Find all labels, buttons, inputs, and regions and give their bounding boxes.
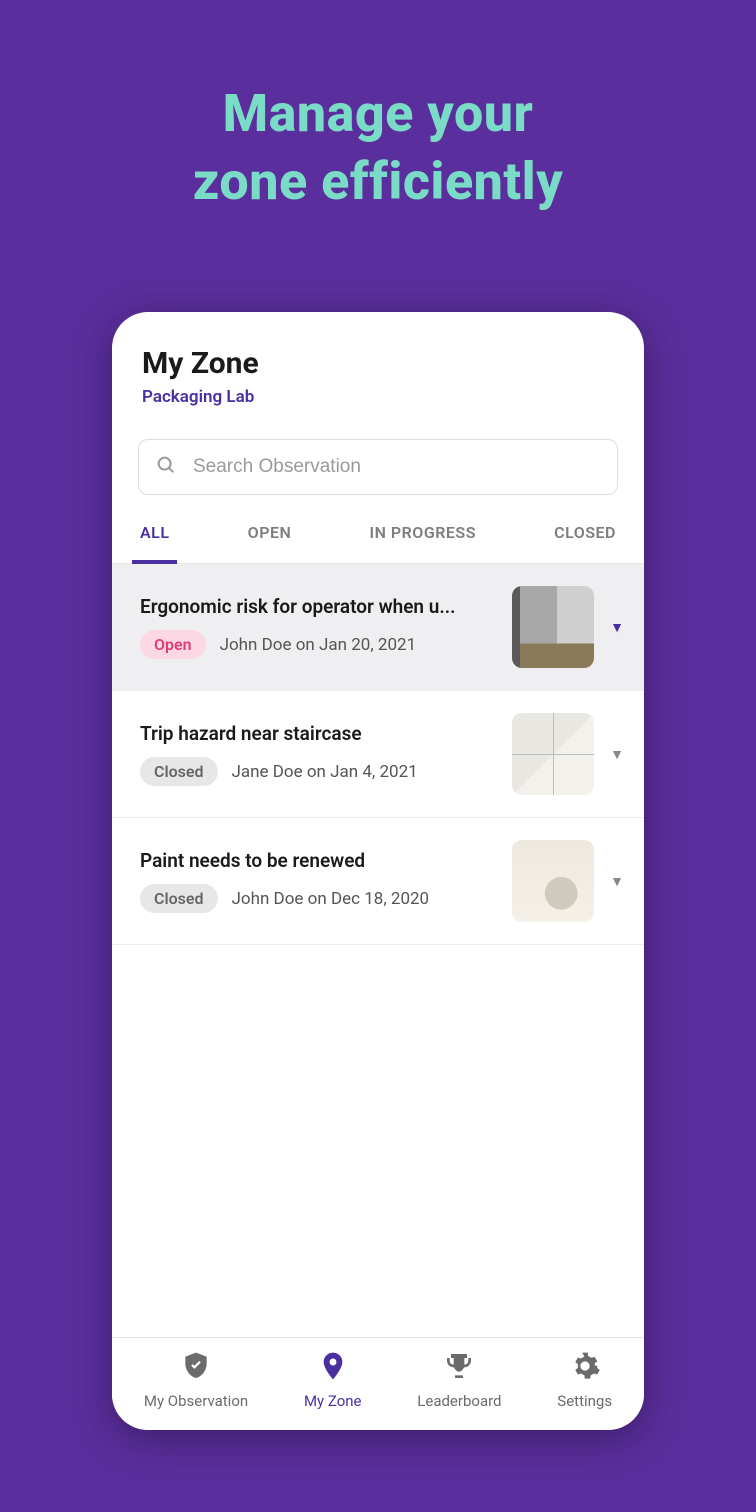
observation-item[interactable]: Trip hazard near staircase Closed Jane Doe… [112,691,644,818]
nav-label: Settings [557,1392,612,1410]
nav-my-observation[interactable]: My Observation [144,1350,248,1410]
chevron-down-icon[interactable]: ▼ [608,619,626,636]
tab-closed[interactable]: CLOSED [546,523,624,563]
observation-thumbnail [512,713,594,795]
hero-title: Manage your zone efficiently [0,0,756,215]
search-input[interactable] [193,456,601,478]
observation-title: Trip hazard near staircase [140,722,498,745]
observation-byline: John Doe on Jan 20, 2021 [220,635,417,655]
observation-meta: Closed John Doe on Dec 18, 2020 [140,884,498,913]
tab-row: ALL OPEN IN PROGRESS CLOSED [112,501,644,564]
observation-thumbnail [512,840,594,922]
nav-my-zone[interactable]: My Zone [304,1350,362,1410]
tab-all[interactable]: ALL [132,523,177,564]
shield-check-icon [180,1350,212,1386]
chevron-down-icon[interactable]: ▼ [608,873,626,890]
status-badge: Closed [140,757,218,786]
observation-title: Paint needs to be renewed [140,849,498,872]
observation-byline: Jane Doe on Jan 4, 2021 [232,762,418,782]
observation-main: Trip hazard near staircase Closed Jane Doe… [140,722,498,786]
observation-title: Ergonomic risk for operator when u... [140,595,498,618]
trophy-icon [443,1350,475,1386]
tab-open[interactable]: OPEN [240,523,300,563]
nav-leaderboard[interactable]: Leaderboard [417,1350,501,1410]
nav-label: My Observation [144,1392,248,1410]
observation-meta: Open John Doe on Jan 20, 2021 [140,630,498,659]
phone-frame: My Zone Packaging Lab ALL OPEN IN PROGRESS… [112,312,644,1430]
nav-settings[interactable]: Settings [557,1350,612,1410]
chevron-down-icon[interactable]: ▼ [608,746,626,763]
search-container [112,421,644,501]
hero-line-1: Manage your [223,83,534,144]
search-box[interactable] [138,439,618,495]
page-subtitle: Packaging Lab [142,387,614,407]
location-pin-icon [317,1350,349,1386]
search-icon [155,454,177,480]
nav-label: Leaderboard [417,1392,501,1410]
observation-byline: John Doe on Dec 18, 2020 [232,889,430,909]
gear-icon [569,1350,601,1386]
observation-main: Paint needs to be renewed Closed John Doe … [140,849,498,913]
observation-main: Ergonomic risk for operator when u... Ope… [140,595,498,659]
page-title: My Zone [142,346,614,381]
observation-meta: Closed Jane Doe on Jan 4, 2021 [140,757,498,786]
status-badge: Open [140,630,206,659]
bottom-nav: My Observation My Zone Leaderboard Settings [112,1337,644,1430]
page-header: My Zone Packaging Lab [112,312,644,421]
status-badge: Closed [140,884,218,913]
observation-item[interactable]: Ergonomic risk for operator when u... Ope… [112,564,644,691]
observation-thumbnail [512,586,594,668]
nav-label: My Zone [304,1392,362,1410]
observation-list: Ergonomic risk for operator when u... Ope… [112,564,644,1337]
hero-line-2: zone efficiently [193,151,564,212]
tab-in-progress[interactable]: IN PROGRESS [361,523,483,563]
observation-item[interactable]: Paint needs to be renewed Closed John Doe … [112,818,644,945]
